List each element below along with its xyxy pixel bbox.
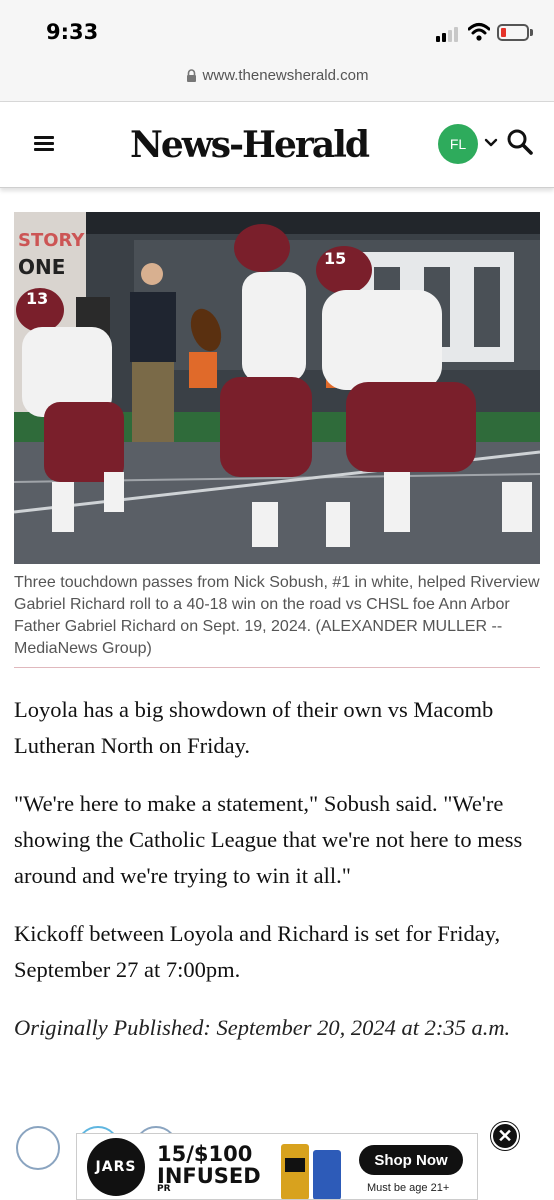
caption-divider bbox=[14, 667, 540, 668]
article-photo[interactable]: STORY ONE 13 15 bbox=[14, 212, 540, 564]
article-body: Loyola has a big showdown of their own v… bbox=[14, 692, 542, 1068]
article-paragraph: Loyola has a big showdown of their own v… bbox=[14, 697, 494, 758]
jersey-number-15: 15 bbox=[324, 249, 346, 268]
published-date: Originally Published: September 20, 2024… bbox=[14, 1015, 511, 1040]
ad-subheadline: INFUSED bbox=[157, 1164, 261, 1188]
ad-brand-logo: JARS bbox=[87, 1138, 145, 1196]
wifi-icon bbox=[468, 23, 490, 41]
ad-banner[interactable]: JARS 15/$100 INFUSED PR Shop Now Must be… bbox=[76, 1133, 478, 1200]
battery-icon bbox=[497, 24, 529, 41]
status-time: 9:33 bbox=[46, 20, 99, 44]
ad-tagline: PR bbox=[157, 1184, 171, 1194]
chevron-down-icon[interactable] bbox=[484, 136, 498, 150]
battery-tip bbox=[530, 29, 533, 36]
url-text: www.thenewsherald.com bbox=[202, 67, 369, 84]
status-bar: 9:33 bbox=[0, 0, 554, 62]
photo-caption: Three touchdown passes from Nick Sobush,… bbox=[14, 574, 540, 657]
article-paragraph: Kickoff between Loyola and Richard is se… bbox=[14, 921, 501, 982]
share-facebook-icon[interactable] bbox=[16, 1126, 60, 1170]
lock-icon bbox=[186, 69, 196, 82]
hamburger-menu-icon[interactable] bbox=[34, 136, 54, 152]
jersey-number-13: 13 bbox=[26, 289, 48, 308]
url-bar[interactable]: www.thenewsherald.com bbox=[0, 62, 554, 102]
ad-age-note: Must be age 21+ bbox=[367, 1182, 450, 1194]
article-paragraph: "We're here to make a statement," Sobush… bbox=[14, 791, 523, 888]
football-photo-illustration: STORY ONE 13 15 bbox=[14, 212, 540, 564]
sign-text-story: STORY bbox=[18, 230, 85, 251]
search-icon[interactable] bbox=[506, 128, 534, 156]
ad-product-image bbox=[281, 1144, 341, 1199]
sign-text-one: ONE bbox=[18, 255, 65, 279]
ad-close-icon[interactable]: ✕ bbox=[491, 1122, 519, 1150]
ad-shop-now-button[interactable]: Shop Now bbox=[359, 1145, 463, 1175]
ad-headline: 15/$100 bbox=[157, 1142, 253, 1166]
signal-icon bbox=[436, 26, 462, 42]
site-logo[interactable]: News-Herald bbox=[130, 124, 370, 166]
user-avatar[interactable]: FL bbox=[438, 124, 478, 164]
